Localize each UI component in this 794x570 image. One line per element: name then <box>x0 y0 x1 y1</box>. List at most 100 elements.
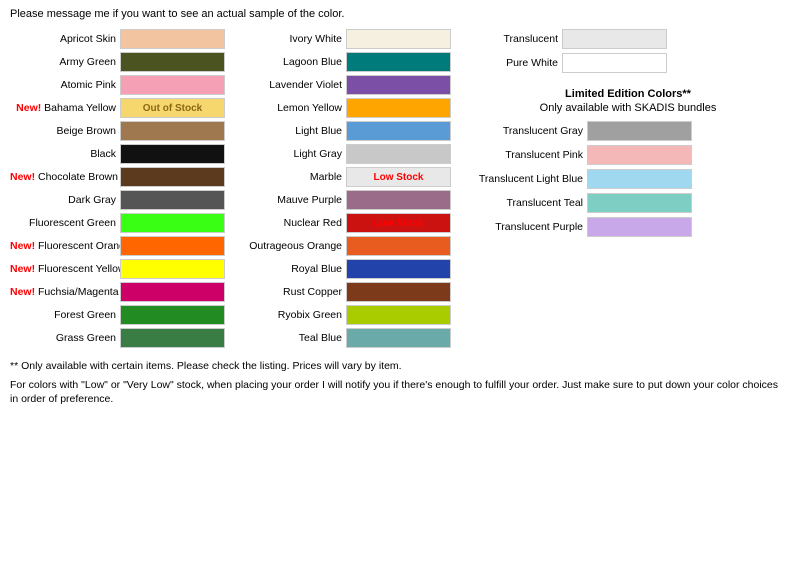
list-item: Grass Green <box>10 327 230 349</box>
color-swatch <box>346 98 451 118</box>
color-name-label: Marble <box>236 171 346 183</box>
color-swatch <box>346 144 451 164</box>
color-name-label: Forest Green <box>10 309 120 321</box>
color-swatch: Out of Stock <box>120 98 225 118</box>
color-name-label: New! Bahama Yellow <box>10 102 120 114</box>
color-name-label: Apricot Skin <box>10 33 120 45</box>
color-swatch <box>120 75 225 95</box>
color-name-label: Light Blue <box>236 125 346 137</box>
color-swatch <box>120 328 225 348</box>
limited-color-swatch <box>587 145 692 165</box>
list-item: Fluorescent Green <box>10 212 230 234</box>
list-item: New! Chocolate Brown <box>10 166 230 188</box>
color-swatch <box>346 121 451 141</box>
list-item: Outrageous Orange <box>236 235 456 257</box>
color-name-label: Grass Green <box>10 332 120 344</box>
main-layout: Apricot SkinArmy GreenAtomic PinkNew! Ba… <box>10 28 784 349</box>
list-item: Ryobix Green <box>236 304 456 326</box>
list-item: Black <box>10 143 230 165</box>
color-swatch <box>346 282 451 302</box>
list-item: Dark Gray <box>10 189 230 211</box>
limited-swatch-row: Translucent Pink <box>472 144 784 166</box>
color-name-label: Beige Brown <box>10 125 120 137</box>
basic-color-name: Translucent <box>472 33 562 45</box>
color-swatch <box>120 190 225 210</box>
color-name-label: Nuclear Red <box>236 217 346 229</box>
right-panel: TranslucentPure White Limited Edition Co… <box>462 28 784 240</box>
color-swatch <box>120 29 225 49</box>
header-text: Please message me if you want to see an … <box>10 8 784 20</box>
color-swatch <box>346 236 451 256</box>
low-stock-label: Low Stock <box>373 172 423 183</box>
list-item: Royal Blue <box>236 258 456 280</box>
color-swatch <box>120 144 225 164</box>
list-item: Apricot Skin <box>10 28 230 50</box>
color-swatch <box>120 52 225 72</box>
color-name-label: Teal Blue <box>236 332 346 344</box>
limited-color-swatch <box>587 121 692 141</box>
basic-color-swatch <box>562 29 667 49</box>
out-of-stock-label: Out of Stock <box>143 103 202 114</box>
color-name-label: Royal Blue <box>236 263 346 275</box>
color-name-label: New! Fluorescent Yellow <box>10 263 120 275</box>
footer-line1: ** Only available with certain items. Pl… <box>10 359 784 374</box>
color-name-label: Army Green <box>10 56 120 68</box>
color-name-label: Lemon Yellow <box>236 102 346 114</box>
color-swatch <box>346 52 451 72</box>
list-item: Light Gray <box>236 143 456 165</box>
limited-color-name: Translucent Purple <box>472 221 587 233</box>
color-swatch: Low Stock <box>346 167 451 187</box>
basic-swatches: TranslucentPure White <box>472 28 784 76</box>
header: Please message me if you want to see an … <box>10 8 784 20</box>
color-name-label: Outrageous Orange <box>236 240 346 252</box>
color-name-label: New! Fluorescent Orange <box>10 240 120 252</box>
limited-swatch-row: Translucent Gray <box>472 120 784 142</box>
limited-swatch-row: Translucent Purple <box>472 216 784 238</box>
limited-title: Limited Edition Colors** <box>472 88 784 100</box>
list-item: New! Bahama Yellow Out of Stock <box>10 97 230 119</box>
color-swatch <box>120 282 225 302</box>
list-item: Light Blue <box>236 120 456 142</box>
color-name-label: Lagoon Blue <box>236 56 346 68</box>
color-name-label: Lavender Violet <box>236 79 346 91</box>
color-name-label: New! Fuchsia/Magenta <box>10 286 120 298</box>
limited-color-name: Translucent Light Blue <box>472 173 587 185</box>
list-item: Rust Copper <box>236 281 456 303</box>
limited-subtitle: Only available with SKADIS bundles <box>472 102 784 114</box>
limited-swatch-row: Translucent Light Blue <box>472 168 784 190</box>
color-swatch <box>346 328 451 348</box>
limited-color-name: Translucent Gray <box>472 125 587 137</box>
list-item: Lavender Violet <box>236 74 456 96</box>
footer-line2: For colors with "Low" or "Very Low" stoc… <box>10 378 784 407</box>
low-stock-label: Low Stock <box>373 218 423 229</box>
color-swatch: Low Stock <box>346 213 451 233</box>
list-item: Ivory White <box>236 28 456 50</box>
list-item: New! Fuchsia/Magenta <box>10 281 230 303</box>
limited-section: Limited Edition Colors** Only available … <box>472 88 784 240</box>
list-item: New! Fluorescent Orange <box>10 235 230 257</box>
color-swatch <box>120 167 225 187</box>
list-item: Nuclear Red Low Stock <box>236 212 456 234</box>
column1: Apricot SkinArmy GreenAtomic PinkNew! Ba… <box>10 28 230 349</box>
color-swatch <box>346 305 451 325</box>
list-item: Atomic Pink <box>10 74 230 96</box>
color-name-label: Black <box>10 148 120 160</box>
list-item: Forest Green <box>10 304 230 326</box>
color-name-label: Ryobix Green <box>236 309 346 321</box>
color-name-label: Fluorescent Green <box>10 217 120 229</box>
list-item: Mauve Purple <box>236 189 456 211</box>
color-swatch <box>346 259 451 279</box>
color-swatch <box>120 259 225 279</box>
limited-color-swatch <box>587 169 692 189</box>
limited-color-name: Translucent Teal <box>472 197 587 209</box>
list-item: Army Green <box>10 51 230 73</box>
list-item: Beige Brown <box>10 120 230 142</box>
basic-color-swatch <box>562 53 667 73</box>
list-item: Teal Blue <box>236 327 456 349</box>
color-name-label: Light Gray <box>236 148 346 160</box>
column2: Ivory White Lagoon Blue Lavender Violet Lem… <box>236 28 456 349</box>
color-name-label: Ivory White <box>236 33 346 45</box>
limited-color-name: Translucent Pink <box>472 149 587 161</box>
color-swatch <box>346 190 451 210</box>
color-name-label: New! Chocolate Brown <box>10 171 120 183</box>
